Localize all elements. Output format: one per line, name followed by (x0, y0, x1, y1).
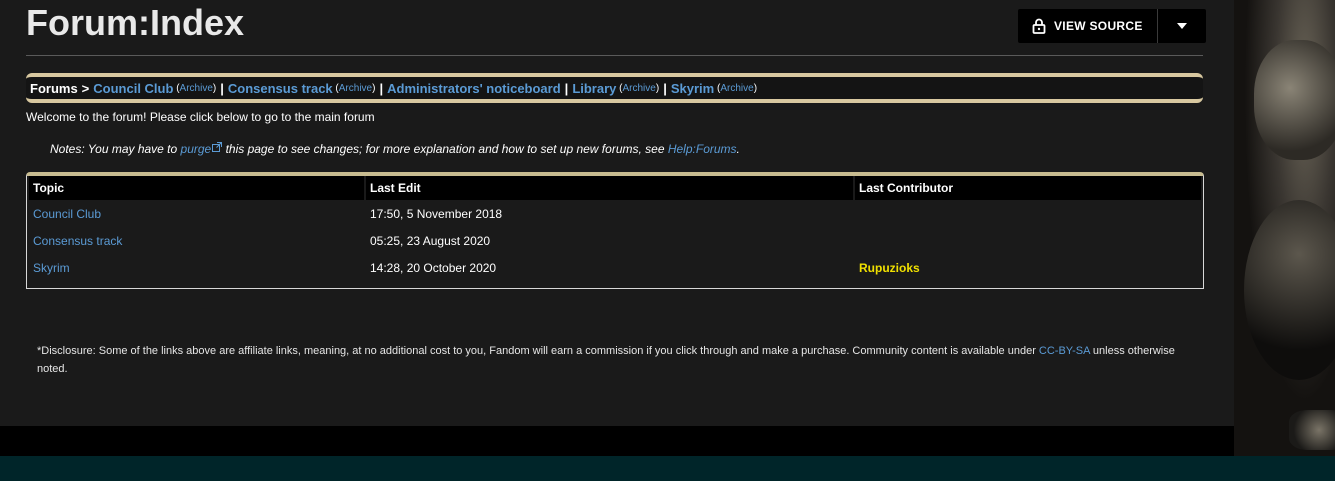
breadcrumb-administrators-noticeboard[interactable]: Administrators' noticeboard (387, 81, 561, 96)
breadcrumb-root: Forums (30, 80, 78, 96)
purge-link[interactable]: purge (181, 142, 212, 156)
welcome-text: Welcome to the forum! Please click below… (26, 110, 375, 124)
license-link[interactable]: CC-BY-SA (1039, 345, 1090, 357)
breadcrumb-skyrim[interactable]: Skyrim (671, 81, 714, 96)
notes-suffix: . (736, 142, 740, 156)
table-row: Skyrim 14:28, 20 October 2020 Rupuzioks (29, 254, 1201, 281)
caret-down-icon (1176, 23, 1187, 29)
view-source-group: VIEW SOURCE (1018, 9, 1206, 43)
breadcrumb-council-club-archive[interactable]: Archive (180, 83, 213, 94)
background-artwork (1234, 0, 1335, 456)
table-row: Council Club 17:50, 5 November 2018 (29, 200, 1201, 227)
footer-bar (0, 456, 1335, 481)
breadcrumb-library-archive[interactable]: Archive (623, 83, 656, 94)
lock-icon (1032, 18, 1046, 34)
view-source-button[interactable]: VIEW SOURCE (1018, 9, 1157, 43)
last-edit-cell: 17:50, 5 November 2018 (370, 206, 503, 221)
table-header-row: Topic Last Edit Last Contributor (29, 176, 1201, 200)
external-link-icon (212, 142, 223, 152)
more-actions-dropdown[interactable] (1158, 9, 1206, 43)
notes-middle: this page to see changes; for more expla… (222, 142, 668, 156)
breadcrumb-skyrim-archive[interactable]: Archive (720, 83, 753, 94)
title-divider (26, 55, 1203, 56)
topic-link[interactable]: Skyrim (33, 261, 70, 275)
breadcrumb: Forums > Council Club (Archive) | Consen… (26, 73, 1203, 103)
last-edit-cell: 05:25, 23 August 2020 (370, 233, 491, 248)
help-forums-link[interactable]: Help:Forums (668, 142, 737, 156)
affiliate-disclosure: *Disclosure: Some of the links above are… (37, 342, 1197, 378)
breadcrumb-library[interactable]: Library (572, 81, 616, 96)
contributor-cell[interactable] (855, 227, 1201, 254)
header-last-edit[interactable]: Last Edit (366, 176, 853, 200)
notes: Notes: You may have to purge this page t… (50, 142, 740, 156)
header-last-contributor[interactable]: Last Contributor (855, 176, 1201, 200)
last-edit-cell: 14:28, 20 October 2020 (370, 260, 497, 275)
main-content: Forum:Index VIEW SOURCE Forums > Council… (0, 0, 1234, 426)
breadcrumb-consensus-track-archive[interactable]: Archive (339, 83, 372, 94)
breadcrumb-consensus-track[interactable]: Consensus track (228, 81, 333, 96)
contributor-cell[interactable] (855, 200, 1201, 227)
topic-link[interactable]: Council Club (33, 207, 101, 221)
forum-table: Topic Last Edit Last Contributor Council… (27, 176, 1203, 281)
disclosure-text: *Disclosure: Some of the links above are… (37, 345, 1039, 357)
table-row: Consensus track 05:25, 23 August 2020 (29, 227, 1201, 254)
notes-prefix: Notes: You may have to (50, 142, 181, 156)
breadcrumb-council-club[interactable]: Council Club (93, 81, 173, 96)
page-title: Forum:Index (26, 2, 245, 43)
header-topic[interactable]: Topic (29, 176, 364, 200)
forum-table-container: Topic Last Edit Last Contributor Council… (26, 172, 1204, 289)
contributor-cell[interactable]: Rupuzioks (855, 254, 1201, 281)
view-source-label: VIEW SOURCE (1054, 19, 1143, 33)
breadcrumb-arrow: > (81, 80, 90, 96)
topic-link[interactable]: Consensus track (33, 234, 122, 248)
